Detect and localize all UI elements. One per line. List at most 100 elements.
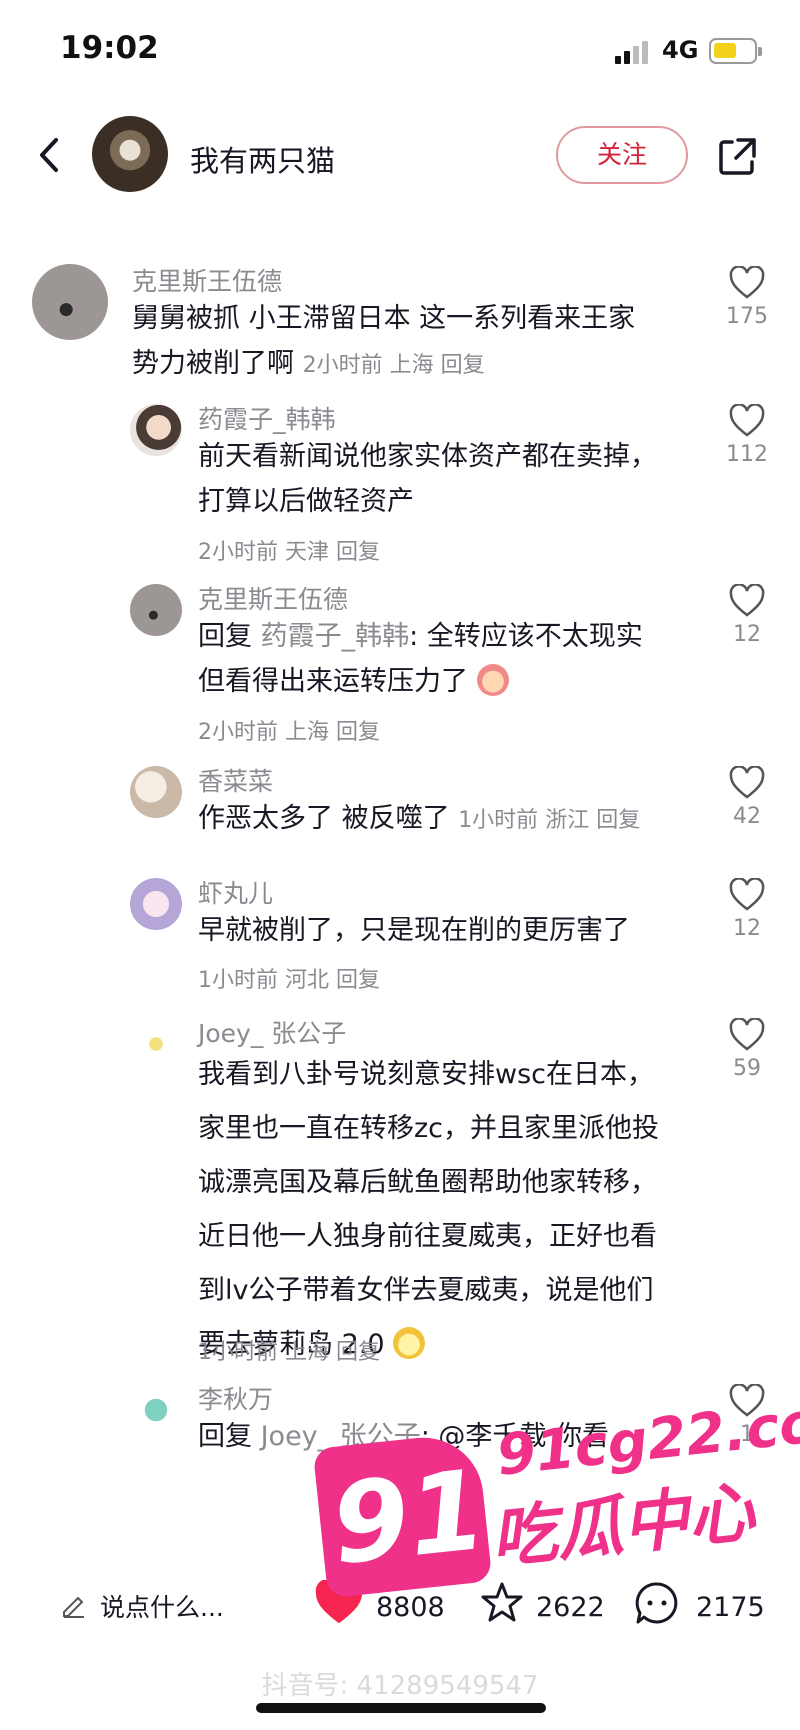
heart-icon — [729, 1018, 765, 1051]
share-icon[interactable] — [716, 134, 760, 178]
douyin-id-watermark: 抖音号: 41289549547 — [261, 1671, 539, 1701]
comment-time: 1小时前 — [458, 808, 539, 833]
like-button[interactable]: 1 — [722, 1384, 772, 1447]
comment-author[interactable]: 虾丸儿 — [198, 874, 273, 910]
comment-text: 回复 Joey_ 张公子: @李千载 你看 — [198, 1414, 668, 1459]
reply-to-user[interactable]: Joey_ 张公子 — [261, 1421, 421, 1452]
like-count: 112 — [726, 442, 768, 467]
like-button[interactable]: 42 — [722, 766, 772, 829]
reply-button[interactable]: 回复 — [336, 720, 380, 745]
comment-stat-button[interactable]: 2175 — [634, 1580, 774, 1630]
comment-text: 回复 药霞子_韩韩: 全转应该不太现实但看得出来运转压力了 — [198, 614, 668, 704]
author-name[interactable]: 我有两只猫 — [190, 138, 335, 180]
comment-body: 前天看新闻说他家实体资产都在卖掉，打算以后做轻资产 — [198, 441, 657, 517]
comment-author[interactable]: 药霞子_韩韩 — [198, 400, 336, 436]
comment-meta: 2小时前 上海 回复 — [198, 714, 380, 746]
comment-location: 上海 — [285, 1340, 330, 1365]
avatar[interactable] — [130, 404, 182, 456]
bottom-action-bar: 说点什么... 8808 2622 2175 — [0, 1566, 800, 1646]
avatar[interactable] — [130, 1384, 182, 1436]
comment-meta: 1小时前 浙江 回复 — [458, 808, 640, 833]
like-button[interactable]: 12 — [722, 584, 772, 647]
avatar[interactable] — [130, 766, 182, 818]
comment-time: 2小时前 — [198, 540, 278, 565]
comment-time: 2小时前 — [302, 353, 383, 378]
comment-bubble-icon — [635, 1582, 678, 1624]
like-button[interactable]: 112 — [722, 404, 772, 467]
comment-time: 1小时前 — [198, 1340, 278, 1365]
author-avatar[interactable] — [92, 116, 168, 192]
comment-body: : @李千载 你看 — [420, 1421, 610, 1452]
comment-location: 上海 — [389, 353, 434, 378]
avatar[interactable] — [130, 584, 182, 636]
heart-icon — [729, 766, 765, 799]
comment-body: 早就被削了，只是现在削的更厉害了 — [198, 915, 630, 946]
comment-text: 我看到八卦号说刻意安排wsc在日本，家里也一直在转移zc，并且家里派他投诚漂亮国… — [198, 1048, 668, 1372]
heart-icon — [729, 404, 765, 437]
comment-author[interactable]: 克里斯王伍德 — [198, 580, 348, 616]
comment-author[interactable]: 香菜菜 — [198, 762, 273, 798]
like-button[interactable]: 175 — [722, 266, 772, 329]
comment-location: 上海 — [285, 720, 330, 745]
like-total: 8808 — [376, 1592, 445, 1623]
status-bar: 19:02 4G — [0, 0, 800, 100]
avatar[interactable] — [130, 878, 182, 930]
status-time: 19:02 — [60, 30, 159, 66]
comment-time: 1小时前 — [198, 968, 278, 993]
comment-location: 浙江 — [545, 808, 590, 833]
comment-meta: 1小时前 上海 回复 — [198, 1334, 380, 1366]
favorite-stat-button[interactable]: 2622 — [480, 1580, 610, 1630]
comment-input[interactable]: 说点什么... — [100, 1588, 224, 1624]
signal-icon — [615, 40, 655, 64]
reply-button[interactable]: 回复 — [336, 540, 380, 565]
comment-author[interactable]: 克里斯王伍德 — [132, 262, 282, 298]
like-count: 12 — [733, 622, 761, 647]
like-count: 42 — [733, 804, 761, 829]
reply-to-user[interactable]: 药霞子_韩韩 — [261, 621, 410, 652]
comment-meta: 2小时前 上海 回复 — [303, 353, 485, 378]
like-button[interactable]: 12 — [722, 878, 772, 941]
comment-time: 2小时前 — [198, 720, 278, 745]
like-count: 12 — [733, 916, 761, 941]
avatar[interactable] — [32, 264, 108, 340]
follow-button[interactable]: 关注 — [556, 126, 688, 184]
avatar[interactable] — [130, 1018, 182, 1070]
like-stat-button[interactable]: 8808 — [314, 1580, 454, 1630]
crying-emoji-icon — [476, 664, 509, 696]
reply-button[interactable]: 回复 — [441, 353, 485, 378]
reply-prefix: 回复 — [198, 621, 252, 652]
comment-location: 天津 — [285, 540, 330, 565]
comment-body: 我看到八卦号说刻意安排wsc在日本，家里也一直在转移zc，并且家里派他投诚漂亮国… — [198, 1059, 660, 1360]
heart-filled-icon — [315, 1580, 363, 1624]
like-button[interactable]: 59 — [722, 1018, 772, 1081]
favorite-total: 2622 — [536, 1592, 605, 1623]
pen-icon — [63, 1596, 84, 1618]
comment-meta: 2小时前 天津 回复 — [198, 534, 380, 566]
battery-icon — [709, 38, 762, 64]
comment-location: 河北 — [285, 968, 330, 993]
like-count: 175 — [726, 304, 768, 329]
header: 我有两只猫 关注 — [0, 100, 800, 210]
heart-icon — [729, 878, 765, 911]
comment-text: 舅舅被抓 小王滞留日本 这一系列看来王家势力被削了啊 2小时前 上海 回复 — [132, 296, 652, 388]
like-count: 1 — [740, 1422, 754, 1447]
comment-text: 作恶太多了 被反噬了 1小时前 浙江 回复 — [198, 796, 688, 843]
reply-button[interactable]: 回复 — [596, 808, 640, 833]
comment-author[interactable]: 李秋万 — [198, 1380, 273, 1416]
heart-icon — [729, 266, 765, 299]
watermark-name: 吃瓜中心 — [487, 1473, 758, 1578]
star-icon — [481, 1582, 523, 1622]
heart-icon — [729, 584, 765, 617]
back-arrow-icon[interactable] — [32, 130, 72, 180]
comment-author[interactable]: Joey_ 张公子 — [198, 1014, 346, 1050]
reply-button[interactable]: 回复 — [336, 1340, 380, 1365]
comment-meta: 1小时前 河北 回复 — [198, 962, 380, 994]
comment-total: 2175 — [696, 1592, 765, 1623]
face-emoji-icon — [393, 1327, 426, 1359]
heart-icon — [729, 1384, 765, 1417]
like-count: 59 — [733, 1056, 761, 1081]
network-type: 4G — [662, 36, 699, 64]
home-indicator — [256, 1703, 546, 1713]
comment-body: 作恶太多了 被反噬了 — [198, 803, 450, 834]
reply-button[interactable]: 回复 — [336, 968, 380, 993]
